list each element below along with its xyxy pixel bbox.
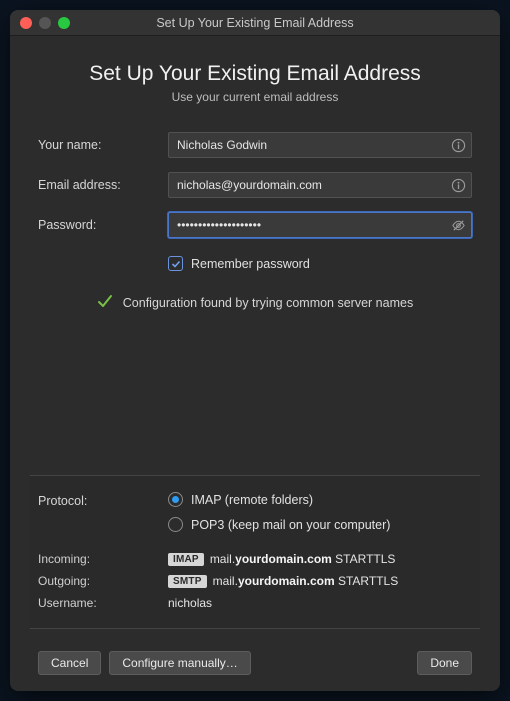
check-icon bbox=[97, 293, 113, 312]
name-label: Your name: bbox=[38, 138, 168, 152]
configure-manually-button[interactable]: Configure manually… bbox=[109, 651, 250, 675]
outgoing-value: SMTP mail.yourdomain.com STARTTLS bbox=[168, 574, 398, 588]
email-input[interactable] bbox=[168, 172, 472, 198]
incoming-label: Incoming: bbox=[38, 552, 168, 566]
window-controls bbox=[10, 17, 70, 29]
email-label: Email address: bbox=[38, 178, 168, 192]
done-button[interactable]: Done bbox=[417, 651, 472, 675]
radio-pop3[interactable] bbox=[168, 517, 183, 532]
account-form: Your name: Email address: bbox=[38, 132, 472, 271]
dialog-content: Set Up Your Existing Email Address Use y… bbox=[10, 36, 500, 691]
protocol-label: Protocol: bbox=[38, 492, 168, 532]
titlebar: Set Up Your Existing Email Address bbox=[10, 10, 500, 36]
remember-label: Remember password bbox=[191, 257, 310, 271]
status-text: Configuration found by trying common ser… bbox=[123, 296, 413, 310]
info-icon[interactable] bbox=[450, 177, 466, 193]
password-label: Password: bbox=[38, 218, 168, 232]
radio-imap[interactable] bbox=[168, 492, 183, 507]
remember-checkbox[interactable] bbox=[168, 256, 183, 271]
name-input[interactable] bbox=[168, 132, 472, 158]
titlebar-title: Set Up Your Existing Email Address bbox=[10, 16, 500, 30]
imap-badge: IMAP bbox=[168, 553, 204, 566]
page-subtitle: Use your current email address bbox=[38, 90, 472, 104]
info-icon[interactable] bbox=[450, 137, 466, 153]
username-label: Username: bbox=[38, 596, 168, 610]
dialog-window: Set Up Your Existing Email Address Set U… bbox=[10, 10, 500, 691]
smtp-badge: SMTP bbox=[168, 575, 207, 588]
close-icon[interactable] bbox=[20, 17, 32, 29]
zoom-icon[interactable] bbox=[58, 17, 70, 29]
outgoing-label: Outgoing: bbox=[38, 574, 168, 588]
radio-pop3-label: POP3 (keep mail on your computer) bbox=[191, 518, 390, 532]
status-row: Configuration found by trying common ser… bbox=[38, 293, 472, 312]
server-section: Protocol: IMAP (remote folders) POP3 (ke… bbox=[30, 475, 480, 629]
password-input[interactable] bbox=[168, 212, 472, 238]
page-title: Set Up Your Existing Email Address bbox=[38, 62, 472, 86]
username-value: nicholas bbox=[168, 596, 212, 610]
radio-imap-label: IMAP (remote folders) bbox=[191, 493, 313, 507]
button-row: Cancel Configure manually… Done bbox=[38, 651, 472, 675]
minimize-icon bbox=[39, 17, 51, 29]
cancel-button[interactable]: Cancel bbox=[38, 651, 101, 675]
incoming-value: IMAP mail.yourdomain.com STARTTLS bbox=[168, 552, 395, 566]
eye-off-icon[interactable] bbox=[450, 217, 466, 233]
remember-row: Remember password bbox=[168, 256, 472, 271]
